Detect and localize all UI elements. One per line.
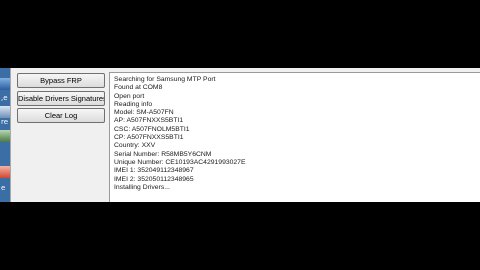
log-line: IMEI 2: 352050112348965 (114, 175, 194, 183)
desktop-shortcut-icon[interactable] (0, 78, 10, 90)
disable-drivers-signatures-button[interactable]: Disable Drivers Signatures (17, 91, 105, 106)
bypass-frp-button[interactable]: Bypass FRP (17, 73, 105, 88)
log-line: Found at COM8 (114, 84, 163, 92)
log-line: Model: SM-A507FN (114, 109, 174, 117)
desktop-shortcut-icon[interactable] (0, 166, 10, 178)
log-line: IMEI 1: 352049112348967 (114, 167, 194, 175)
desktop-shortcut-label: re (1, 118, 9, 126)
log-line: Installing Drivers... (114, 183, 170, 191)
log-line: Reading info (114, 100, 153, 108)
log-line: Searching for Samsung MTP Port (114, 76, 216, 83)
log-line: Unique Number: CE10193AC4291993027E (114, 158, 246, 166)
desktop-shortcut-label: ,e (1, 94, 8, 102)
log-line: Open port (114, 92, 145, 100)
clear-log-button[interactable]: Clear Log (17, 108, 105, 123)
log-line: CP: A507FNXXS5BTI1 (114, 134, 184, 142)
screen-area: ,e re e Bypass FRP Disable Drivers Signa… (0, 68, 480, 202)
log-output-panel[interactable]: Searching for Samsung MTP Port Found at … (109, 72, 480, 202)
log-line: CSC: A507FNOLM5BTI1 (114, 125, 190, 133)
log-line: Serial Number: R58MB5Y6CNM (114, 150, 212, 158)
log-line: Country: XXV (114, 142, 156, 150)
desktop-shortcut-icon[interactable] (0, 130, 10, 142)
log-line: AP: A507FNXXS5BTI1 (114, 117, 184, 125)
desktop-background: ,e re e (0, 68, 10, 202)
desktop-shortcut-label: e (1, 184, 6, 192)
frp-tool-window: Bypass FRP Disable Drivers Signatures Cl… (10, 68, 480, 202)
desktop-shortcut-icon[interactable] (0, 106, 10, 118)
log-list: Searching for Samsung MTP Port Found at … (110, 73, 480, 192)
